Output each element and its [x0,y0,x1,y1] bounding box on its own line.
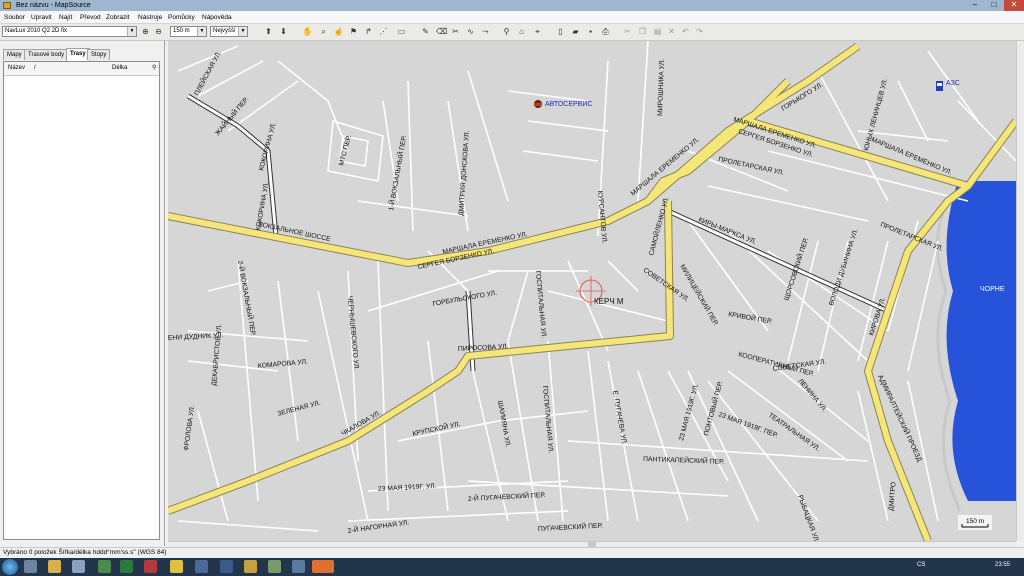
route-list-header [4,62,159,76]
lock-icon: ⚲ [152,65,157,71]
title-bar [0,0,1024,11]
vertical-scrollbar[interactable] [1016,41,1024,541]
taskbar-warning-icon[interactable] [170,560,183,573]
cut-icon[interactable]: ✂ [622,26,633,37]
taskbar-ie-icon[interactable] [24,560,37,573]
menu-najit[interactable]: Najít [59,12,72,23]
zoom-in-icon[interactable]: ⊕ [140,26,151,37]
waypoint-tool-icon[interactable]: ⚑ [348,26,359,37]
taskbar-mapsource-icon[interactable] [312,560,334,573]
start-button[interactable] [2,559,18,575]
menu-pomucky[interactable]: Pomůcky [168,12,195,23]
find-address-icon[interactable]: ⌖ [532,26,543,37]
open-file-icon[interactable]: ▰ [570,26,581,37]
tray-language[interactable]: CS [917,562,925,568]
zoom-tool-icon[interactable]: ⌕ [318,26,329,37]
route-list[interactable] [3,61,160,540]
tray-clock[interactable]: 23:55 [995,562,1010,568]
tab-maps[interactable]: Mapy [3,49,26,60]
map-canvas[interactable]: АВТОСЕРВИС АЗС КЕРЧ М ЧОРНЕ ПЛЕЙСКАЯ УЛ.… [168,41,1016,541]
status-text: Vybráno 0 položek Šířka/délka hddd°mm'ss… [3,549,167,556]
hand-tool-icon[interactable]: ✋ [302,26,313,37]
window-title: Bez názvu - MapSource [16,2,91,9]
taskbar-folder-icon[interactable] [48,560,61,573]
chevron-down-icon: ▼ [127,27,136,36]
taskbar-network-icon[interactable] [195,560,208,573]
scale-label: 150 m [966,518,984,525]
zoom-out-icon[interactable]: ⊖ [153,26,164,37]
distance-tool-icon[interactable]: ▭ [396,26,407,37]
tab-waypoints[interactable]: Trasové body [24,49,69,60]
route-tool-icon[interactable]: ↱ [363,26,374,37]
taskbar-app2-icon[interactable] [268,560,281,573]
select-tool-icon[interactable]: ☝ [333,26,344,37]
curve-tool-icon[interactable]: ∿ [465,26,476,37]
column-name-header[interactable]: Název [8,62,25,75]
zoom-value: 150 m [173,28,190,34]
taskbar-chrome-icon[interactable] [244,560,257,573]
new-file-icon[interactable]: ▯ [555,26,566,37]
minimize-button[interactable]: – [966,0,984,11]
menu-soubor[interactable]: Soubor [4,12,25,23]
map-view[interactable]: АВТОСЕРВИС АЗС КЕРЧ М ЧОРНЕ ПЛЕЙСКАЯ УЛ.… [168,41,1016,541]
find-places-icon[interactable]: ⌂ [516,26,527,37]
taskbar-excel-icon[interactable] [120,560,133,573]
taskbar-media-icon[interactable] [72,560,85,573]
car-service-icon[interactable] [534,100,542,108]
save-icon[interactable]: ▪ [585,26,596,37]
map-product-select[interactable]: NavLux 2010 Q2 2D fix ▼ [2,26,137,37]
column-length-header[interactable]: Délka [112,62,127,75]
undo-icon[interactable]: ↶ [680,26,691,37]
menu-nastroje[interactable]: Nástroje [138,12,162,23]
detail-value: Nejvyšší [213,28,236,34]
taskbar-app3-icon[interactable] [292,560,305,573]
chevron-down-icon: ▼ [238,27,247,36]
sea-area [946,181,1016,501]
edge-label: ЧОРНЕ [980,286,1005,293]
delete-icon[interactable]: ✕ [666,26,677,37]
poi-fuel-label: АЗС [946,80,960,87]
receive-from-device-icon[interactable]: ⬇ [278,26,289,37]
app-icon [3,2,11,9]
zoom-select[interactable]: 150 m ▼ [170,26,207,37]
menu-napoveda[interactable]: Nápověda [202,12,232,23]
column-sort-indicator: / [34,65,36,71]
redo-icon[interactable]: ↷ [694,26,705,37]
scale-bar: 150 m [958,515,992,530]
menu-zobrazit[interactable]: Zobrazit [106,12,129,23]
find-icon[interactable]: ⚲ [501,26,512,37]
insert-tool-icon[interactable]: ⤳ [480,26,491,37]
paste-icon[interactable]: ▤ [652,26,663,37]
poi-car-service-label: АВТОСЕРВИС [545,101,592,108]
eraser-icon[interactable]: ⌫ [436,26,447,37]
send-to-device-icon[interactable]: ⬆ [263,26,274,37]
menu-upravit[interactable]: Upravit [31,12,52,23]
fuel-station-icon[interactable] [936,81,943,91]
tab-tracks[interactable]: Stopy [87,49,111,60]
track-tool-icon[interactable]: ⋰ [378,26,389,37]
chevron-down-icon: ▼ [197,27,206,36]
detail-select[interactable]: Nejvyšší ▼ [210,26,248,37]
city-label: КЕРЧ М [594,297,624,306]
maximize-button[interactable]: □ [985,0,1003,11]
draw-tool-icon[interactable]: ✎ [420,26,431,37]
map-product-value: NavLux 2010 Q2 2D fix [5,28,68,34]
print-icon[interactable]: ⎙ [600,26,611,37]
menu-prevod[interactable]: Převod [80,12,101,23]
divide-track-icon[interactable]: ✂ [450,26,461,37]
taskbar-pdf-icon[interactable] [144,560,157,573]
taskbar-word-icon[interactable] [220,560,233,573]
copy-icon[interactable]: ❐ [637,26,648,37]
close-button[interactable]: ✕ [1004,0,1024,11]
taskbar-app-icon[interactable] [98,560,111,573]
